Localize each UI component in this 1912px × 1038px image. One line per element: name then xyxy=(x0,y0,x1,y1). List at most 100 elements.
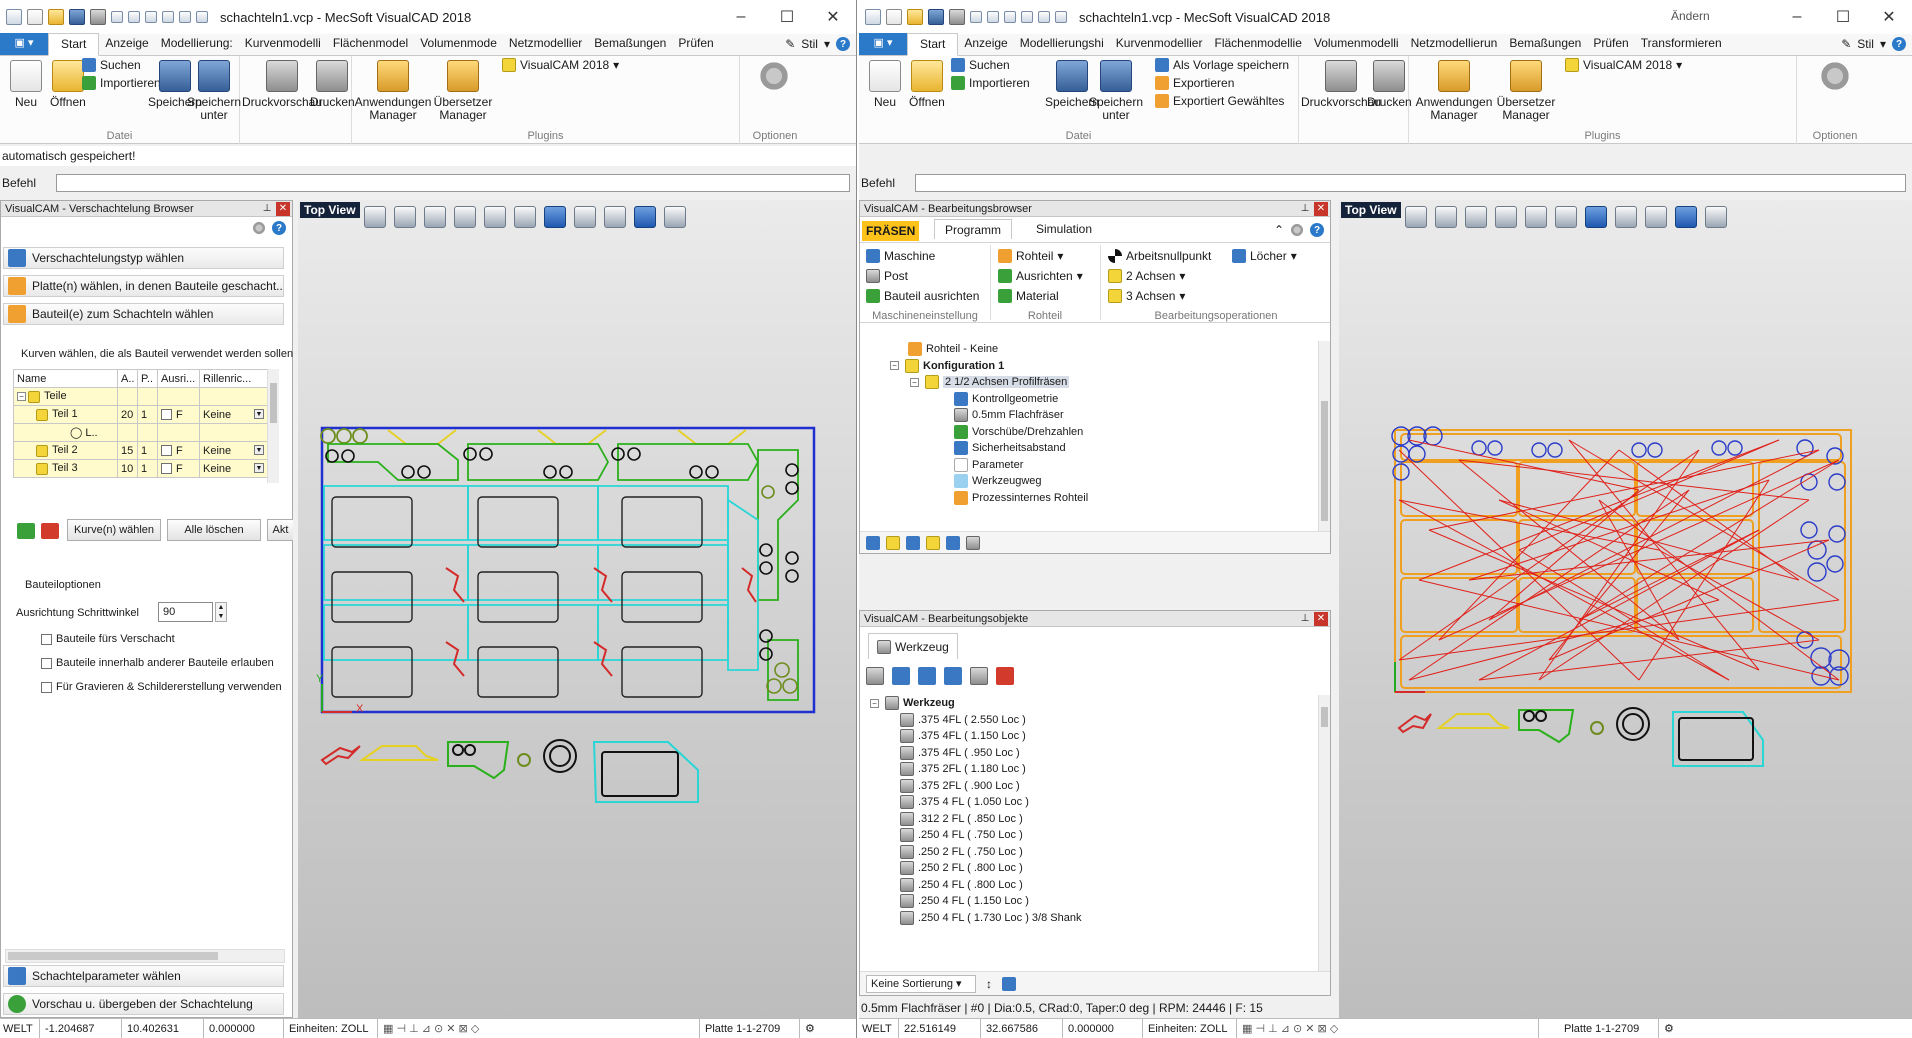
tab-4[interactable]: Flächenmodel xyxy=(327,33,414,55)
tab-7[interactable]: Bemaßungen xyxy=(588,33,672,55)
settings-icon[interactable]: ⚙ xyxy=(802,1019,822,1038)
tool-item[interactable]: .375 4FL ( 2.550 Loc ) xyxy=(870,712,1310,729)
axes2-button[interactable]: 2 Achsen ▾ xyxy=(1108,269,1185,283)
tool-item[interactable]: .250 4 FL ( 1.730 Loc ) 3/8 Shank xyxy=(870,910,1310,927)
close-icon[interactable]: ✕ xyxy=(810,0,856,34)
collapse-icon[interactable]: ⌃ xyxy=(1274,223,1284,237)
paste-icon[interactable] xyxy=(1004,11,1016,23)
help-icon[interactable]: ? xyxy=(1892,37,1906,51)
tree-item[interactable]: − Werkzeug xyxy=(870,695,1310,712)
tab-5[interactable]: Volumenmodelli xyxy=(1308,33,1405,55)
snap-toolbar[interactable]: ▦ ⊣ ⊥ ⊿ ⊙ ✕ ⊠ ◇ xyxy=(380,1019,700,1038)
plate-select[interactable]: Platte 1-1-2709 xyxy=(1561,1019,1659,1038)
app-menu-icon[interactable] xyxy=(6,9,22,25)
redo-icon[interactable] xyxy=(179,11,191,23)
checkbox[interactable] xyxy=(41,681,52,693)
refresh-icon[interactable] xyxy=(196,11,208,23)
tool-item[interactable]: .375 2FL ( .900 Loc ) xyxy=(870,778,1310,795)
export-button[interactable]: Exportieren xyxy=(1155,76,1234,90)
col-a[interactable]: A.. xyxy=(117,369,138,388)
step-preview-submit[interactable]: Vorschau u. übergeben der Schachtelung xyxy=(3,993,284,1015)
minimize-icon[interactable]: – xyxy=(1774,0,1820,34)
add-icon[interactable] xyxy=(17,523,35,539)
tool-item[interactable]: .375 4 FL ( 1.050 Loc ) xyxy=(870,794,1310,811)
minimize-icon[interactable]: – xyxy=(718,0,764,34)
dropdown-icon[interactable]: ▼ xyxy=(254,462,264,473)
table-scrollbar[interactable] xyxy=(267,369,279,483)
tool-scrollbar[interactable] xyxy=(1318,695,1330,971)
tool-item[interactable]: .250 2 FL ( .750 Loc ) xyxy=(870,844,1310,861)
refresh-icon[interactable] xyxy=(1055,11,1067,23)
new-tool-icon[interactable] xyxy=(866,667,884,685)
help-icon[interactable]: ? xyxy=(272,221,286,235)
tab-9[interactable]: Transformieren xyxy=(1635,33,1728,55)
command-input[interactable] xyxy=(915,174,1906,192)
new-button[interactable]: Neu xyxy=(10,60,42,109)
style-selector[interactable]: ✎ Stil ▾? xyxy=(785,33,856,55)
post-process-icon[interactable] xyxy=(926,535,940,550)
redo-icon[interactable] xyxy=(1038,11,1050,23)
simulate-icon[interactable] xyxy=(906,535,920,550)
maximize-icon[interactable]: ☐ xyxy=(1820,0,1866,34)
options-button[interactable] xyxy=(1819,60,1851,96)
step-nest-params[interactable]: Schachtelparameter wählen xyxy=(3,965,284,987)
align-part-button[interactable]: Bauteil ausrichten xyxy=(866,289,979,303)
options-button[interactable] xyxy=(758,60,790,96)
save-icon[interactable] xyxy=(928,9,944,25)
step-nesting-type[interactable]: Verschachtelungstyp wählen xyxy=(3,247,284,269)
tool-save-icon[interactable] xyxy=(918,667,936,685)
close-icon[interactable]: ✕ xyxy=(1314,612,1328,626)
tab-0[interactable]: Start xyxy=(907,33,959,56)
dropdown-icon[interactable]: ▼ xyxy=(254,408,264,419)
open-button[interactable]: Öffnen xyxy=(909,60,945,109)
open-button[interactable]: Öffnen xyxy=(50,60,86,109)
col-align[interactable]: Ausri... xyxy=(157,369,200,388)
col-p[interactable]: P.. xyxy=(137,369,158,388)
row-a[interactable]: 10 xyxy=(117,459,138,478)
align-checkbox[interactable] xyxy=(161,445,172,457)
tab-8[interactable]: Prüfen xyxy=(1587,33,1634,55)
visualcam-button[interactable]: VisualCAM 2018 ▾ xyxy=(1565,58,1682,72)
tool-item[interactable]: .250 4 FL ( .800 Loc ) xyxy=(870,877,1310,894)
regenerate-icon[interactable] xyxy=(886,535,900,550)
tree-item[interactable]: Prozessinternes Rohteil xyxy=(860,490,1316,507)
print-icon[interactable] xyxy=(949,9,965,25)
tree-item[interactable]: Werkzeugweg xyxy=(860,473,1316,490)
tab-3[interactable]: Kurvenmodellier xyxy=(1110,33,1209,55)
tool-item[interactable]: .375 4FL ( .950 Loc ) xyxy=(870,745,1310,762)
open-folder-icon[interactable] xyxy=(48,9,64,25)
collapse-icon[interactable]: − xyxy=(870,698,879,708)
dropdown-icon[interactable]: ▼ xyxy=(254,444,264,455)
paste-icon[interactable] xyxy=(145,11,157,23)
collapse-icon[interactable]: − xyxy=(910,377,919,387)
tab-program[interactable]: Programm xyxy=(934,219,1013,239)
cut-icon[interactable] xyxy=(970,11,982,23)
info-icon[interactable] xyxy=(946,535,960,550)
tools-icon[interactable] xyxy=(966,535,980,550)
tool-delete-icon[interactable] xyxy=(996,667,1014,685)
copy-icon[interactable] xyxy=(987,11,999,23)
pin-icon[interactable]: ⊥ xyxy=(1298,611,1312,626)
tab-7[interactable]: Bemaßungen xyxy=(1503,33,1587,55)
new-file-icon[interactable] xyxy=(27,9,43,25)
holes-button[interactable]: Löcher ▾ xyxy=(1232,249,1297,263)
post-button[interactable]: Post xyxy=(866,269,908,283)
pin-icon[interactable]: ⊥ xyxy=(260,201,274,216)
save-icon[interactable] xyxy=(69,9,85,25)
horizontal-scrollbar[interactable] xyxy=(5,949,285,963)
snap-toolbar[interactable]: ▦ ⊣ ⊥ ⊿ ⊙ ✕ ⊠ ◇ xyxy=(1239,1019,1539,1038)
save-template-button[interactable]: Als Vorlage speichern xyxy=(1155,58,1289,72)
step-select-parts[interactable]: Bauteil(e) zum Schachteln wählen xyxy=(3,303,284,325)
row-a[interactable]: 20 xyxy=(117,405,138,424)
scroll-thumb[interactable] xyxy=(1321,401,1328,521)
option-parts-inside[interactable]: Bauteile innerhalb anderer Bauteile erla… xyxy=(41,657,274,669)
tree-item[interactable]: Parameter xyxy=(860,457,1316,474)
milling-mode[interactable]: FRÄSEN xyxy=(862,221,920,241)
search-button[interactable]: Suchen xyxy=(951,58,1010,72)
tool-lib-icon[interactable] xyxy=(892,667,910,685)
sort-order-icon[interactable]: ↕ xyxy=(986,977,992,991)
tool-item[interactable]: .250 4 FL ( 1.150 Loc ) xyxy=(870,893,1310,910)
clear-all-button[interactable]: Alle löschen xyxy=(167,519,261,541)
translator-button[interactable]: Übersetzer Manager xyxy=(434,60,492,122)
align-checkbox[interactable] xyxy=(161,409,172,421)
